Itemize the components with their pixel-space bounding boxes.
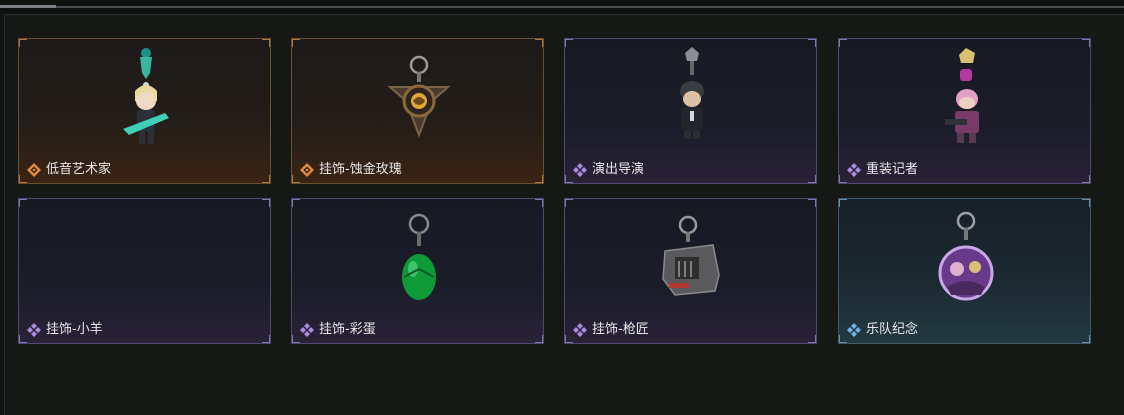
item-card-gunsmith[interactable]: 挂饰-枪匠 bbox=[564, 198, 817, 344]
purple-rarity-icon bbox=[300, 323, 314, 337]
scroll-thumb[interactable] bbox=[0, 5, 56, 8]
item-name: 挂饰-小羊 bbox=[46, 322, 103, 337]
item-name: 挂饰-枪匠 bbox=[592, 322, 649, 337]
gold-rarity-icon bbox=[300, 163, 314, 177]
scroll-track bbox=[0, 6, 1124, 8]
item-card-show-director[interactable]: 演出导演 bbox=[564, 38, 817, 184]
item-card-band-memorial[interactable]: 乐队纪念 bbox=[838, 198, 1091, 344]
purple-rarity-icon bbox=[27, 323, 41, 337]
item-card-bass-artist[interactable]: 低音艺术家 bbox=[18, 38, 271, 184]
gold-rarity-icon bbox=[27, 163, 41, 177]
purple-rarity-icon bbox=[573, 323, 587, 337]
item-name: 挂饰-彩蛋 bbox=[319, 322, 376, 337]
item-card-gilded-rose[interactable]: 挂饰-蚀金玫瑰 bbox=[291, 38, 544, 184]
blue-rarity-icon bbox=[847, 323, 861, 337]
purple-rarity-icon bbox=[573, 163, 587, 177]
item-card-easter-egg[interactable]: 挂饰-彩蛋 bbox=[291, 198, 544, 344]
item-card-heavy-reporter[interactable]: 重装记者 bbox=[838, 38, 1091, 184]
purple-rarity-icon bbox=[847, 163, 861, 177]
item-name: 乐队纪念 bbox=[866, 322, 919, 337]
item-name: 演出导演 bbox=[592, 162, 645, 177]
item-name: 低音艺术家 bbox=[46, 162, 112, 177]
top-bar bbox=[0, 0, 1124, 14]
item-card-lamb[interactable]: 挂饰-小羊 bbox=[18, 198, 271, 344]
item-name: 挂饰-蚀金玫瑰 bbox=[319, 162, 402, 177]
item-name: 重装记者 bbox=[866, 162, 919, 177]
